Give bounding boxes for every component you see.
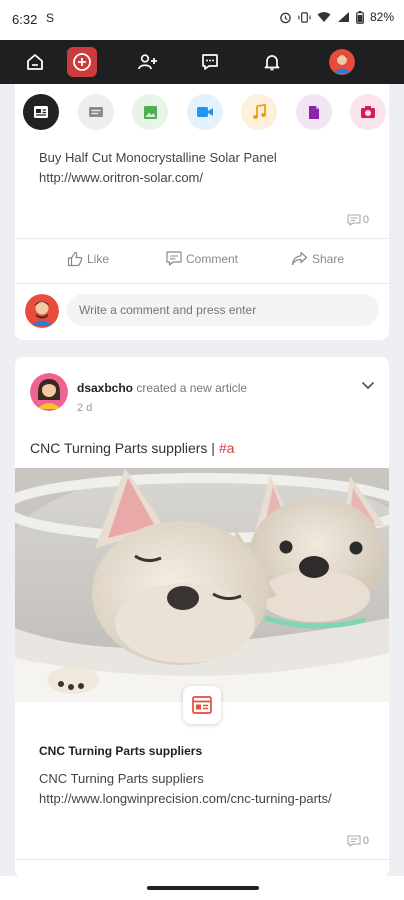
like-label: Like	[87, 252, 110, 266]
article-text: CNC Turning Parts suppliers	[39, 771, 204, 786]
post-text: Buy Half Cut Monocrystalline Solar Panel	[39, 150, 277, 165]
messages-icon	[202, 54, 218, 70]
home-icon	[27, 54, 43, 70]
author-action: created a new article	[136, 381, 248, 395]
comment-count-icon	[347, 214, 361, 226]
comment-count-value: 0	[362, 835, 369, 847]
author-avatar[interactable]	[30, 373, 68, 411]
messages-button[interactable]	[195, 47, 225, 77]
user-avatar	[25, 294, 59, 328]
attachment-types-row	[23, 94, 386, 130]
notifications-button[interactable]	[257, 47, 287, 77]
add-icon	[73, 53, 91, 71]
hashtag-link[interactable]: #a	[219, 440, 235, 456]
status-icons: 82%	[279, 10, 394, 24]
comment-button[interactable]: Comment	[166, 251, 238, 266]
post-options-button[interactable]	[361, 377, 375, 395]
comment-count-value: 0	[362, 214, 369, 226]
video-post-button[interactable]	[187, 94, 223, 130]
file-post-button[interactable]	[296, 94, 332, 130]
video-icon	[197, 107, 213, 117]
add-user-icon	[138, 54, 157, 70]
post-card: dsaxbcho created a new article 2 d CNC T…	[15, 357, 389, 877]
share-label: Share	[312, 251, 345, 266]
image-post-button[interactable]	[132, 94, 168, 130]
text-post-button[interactable]	[78, 94, 114, 130]
sim-icon: S	[46, 11, 55, 25]
share-button[interactable]: Share	[291, 251, 344, 266]
music-icon	[253, 104, 266, 119]
thumbs-up-icon	[67, 251, 83, 267]
article-link[interactable]: http://www.longwinprecision.com/cnc-turn…	[39, 789, 332, 809]
comment-count-icon	[347, 835, 361, 847]
vibrate-icon	[298, 11, 311, 23]
music-post-button[interactable]	[241, 94, 277, 130]
wifi-icon	[317, 12, 331, 22]
profile-avatar[interactable]	[329, 49, 355, 75]
article-badge	[183, 686, 221, 724]
post-link[interactable]: http://www.oritron-solar.com/	[39, 168, 203, 188]
camera-icon	[361, 106, 375, 118]
avatar-icon	[25, 294, 59, 328]
photo-album-button[interactable]	[23, 94, 59, 130]
article-icon	[192, 696, 212, 714]
text-icon	[89, 107, 103, 117]
alarm-icon	[280, 12, 291, 23]
article-title[interactable]: CNC Turning Parts suppliers	[39, 744, 202, 758]
create-post-button[interactable]	[67, 47, 97, 77]
puppies-photo	[15, 468, 389, 702]
file-icon	[309, 105, 319, 119]
avatar-icon	[329, 49, 355, 75]
post-time: 2 d	[77, 402, 93, 414]
comment-count: 0	[347, 214, 369, 226]
bell-icon	[264, 55, 280, 71]
like-button[interactable]: Like	[67, 251, 109, 267]
author-name[interactable]: dsaxbcho	[77, 381, 133, 395]
photo-album-icon	[34, 106, 48, 118]
status-bar: 6:32 S 82%	[0, 0, 404, 40]
avatar-icon	[30, 373, 68, 411]
comment-label: Comment	[186, 251, 239, 266]
camera-post-button[interactable]	[350, 94, 386, 130]
divider	[15, 859, 389, 860]
add-friend-button[interactable]	[133, 47, 163, 77]
comment-input[interactable]	[67, 294, 379, 326]
comment-icon	[166, 251, 182, 266]
article-cover-image[interactable]	[15, 468, 389, 702]
share-icon	[291, 251, 308, 266]
post-title-text: CNC Turning Parts suppliers |	[30, 440, 215, 456]
divider	[15, 238, 389, 239]
divider	[15, 283, 389, 284]
battery-icon	[356, 10, 364, 24]
signal-icon	[337, 12, 349, 22]
home-button[interactable]	[20, 47, 50, 77]
author-line: dsaxbcho created a new article	[77, 381, 247, 395]
post-card: Buy Half Cut Monocrystalline Solar Panel…	[15, 84, 389, 340]
battery-percent: 82%	[369, 10, 394, 24]
chevron-down-icon	[361, 381, 375, 390]
top-nav	[0, 40, 404, 84]
comment-count: 0	[347, 835, 369, 847]
image-icon	[143, 105, 157, 119]
post-title: CNC Turning Parts suppliers | #a	[30, 440, 234, 456]
gesture-home-bar[interactable]	[147, 886, 259, 890]
status-time: 6:32	[12, 12, 38, 27]
